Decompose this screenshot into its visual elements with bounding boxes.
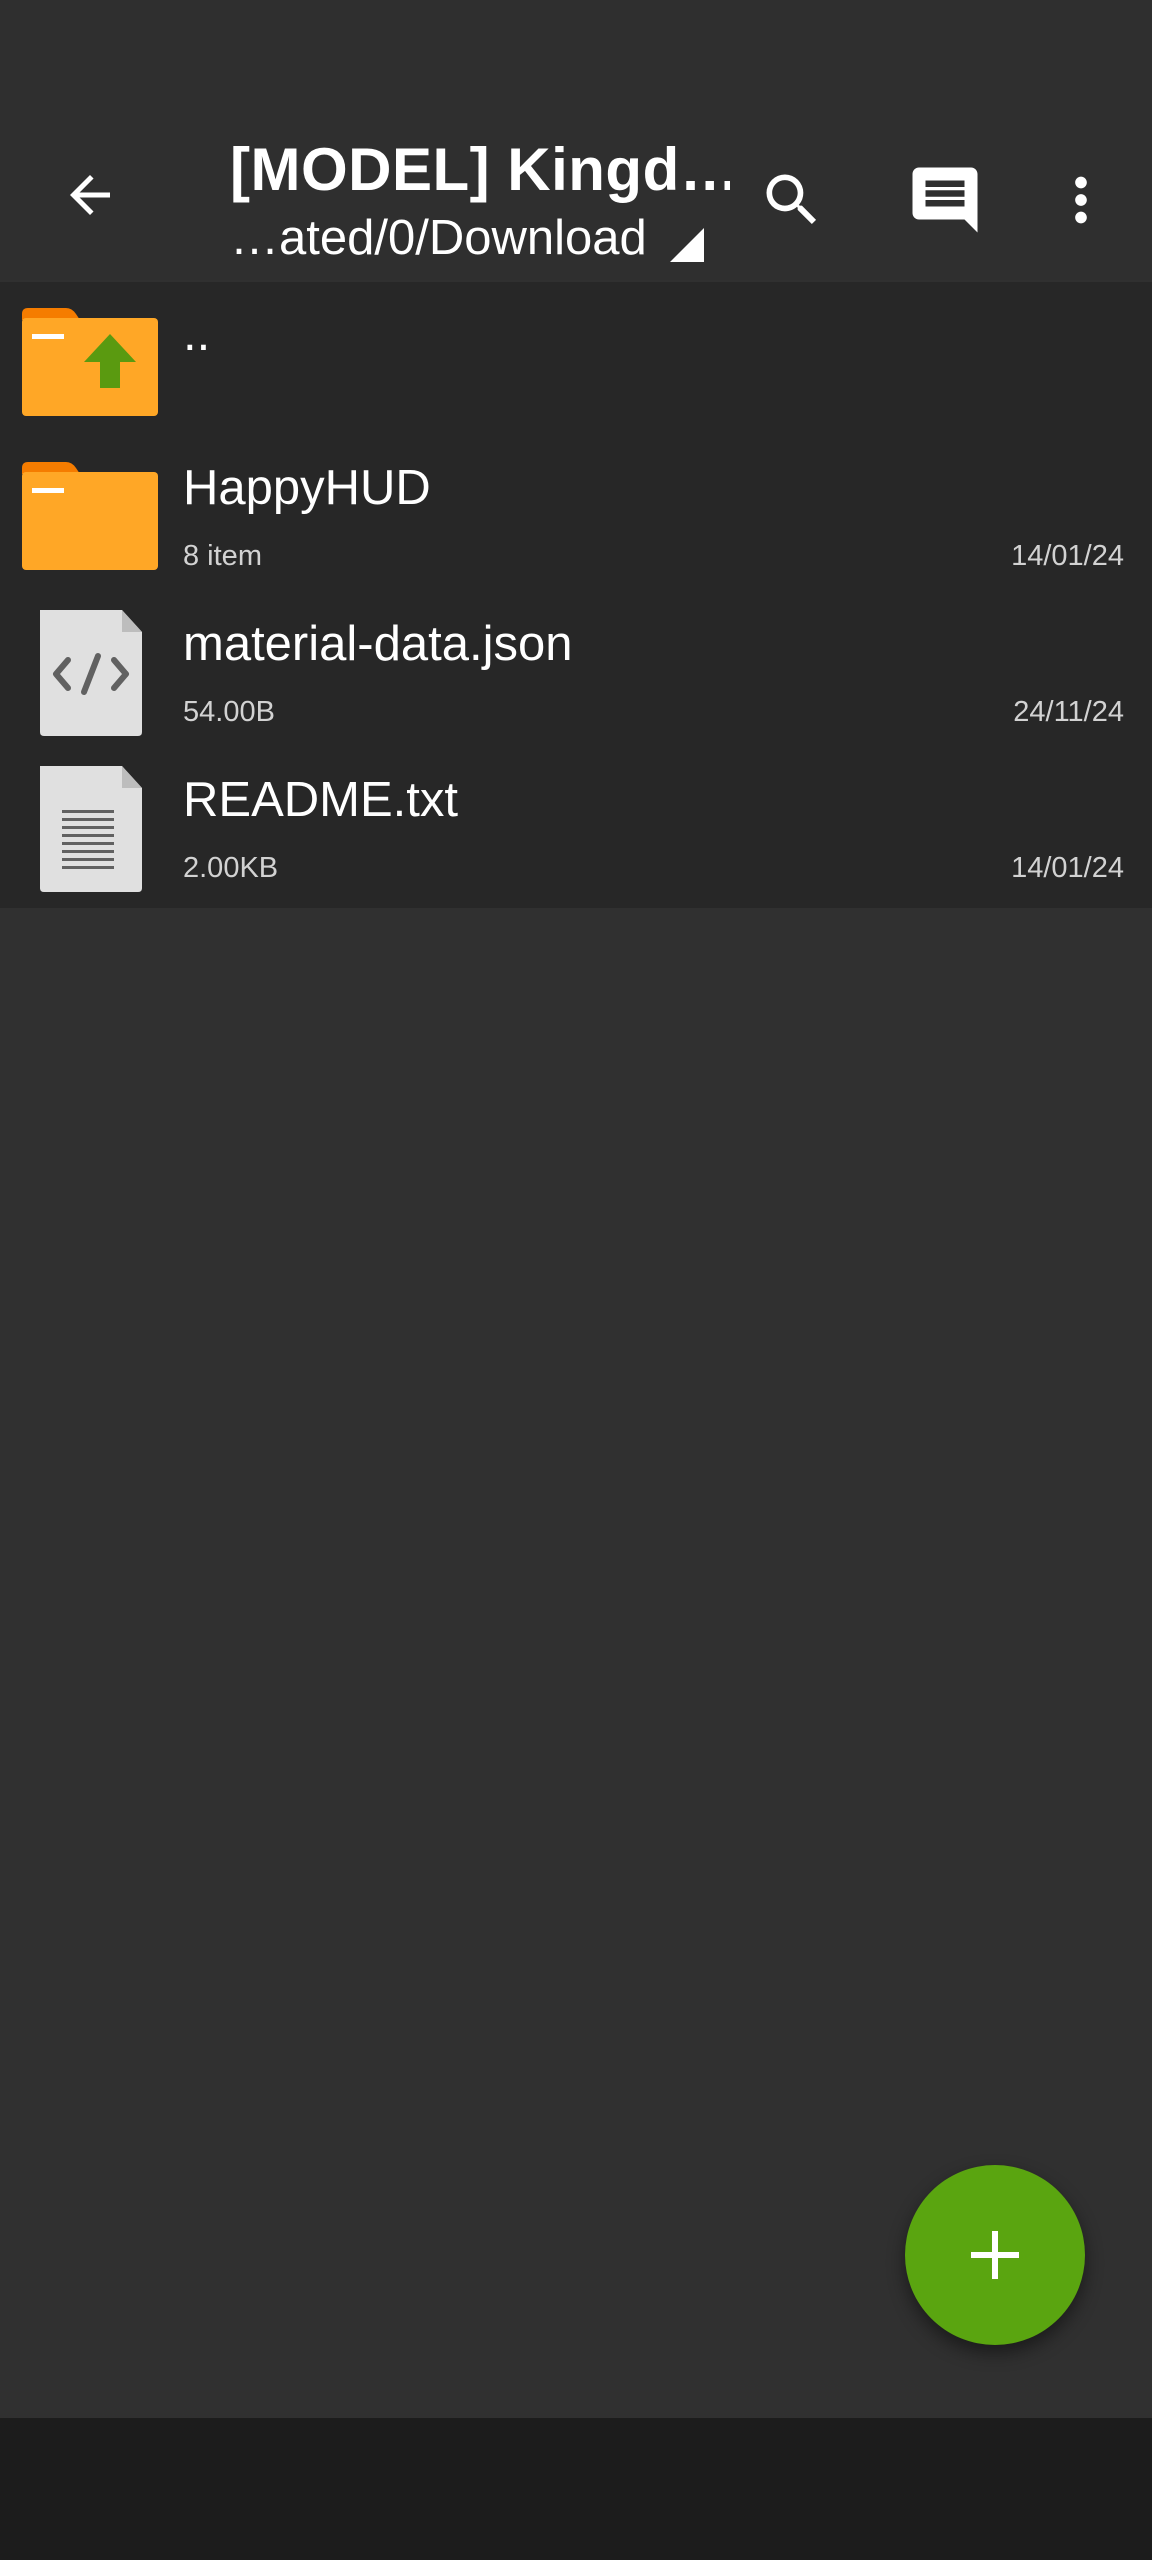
text-file-icon	[18, 764, 162, 892]
message-icon	[912, 167, 978, 233]
folder-icon	[18, 452, 162, 580]
search-icon	[766, 174, 817, 225]
status-bar	[0, 0, 1152, 130]
back-button[interactable]	[50, 155, 130, 235]
list-item-parent[interactable]: ..	[0, 282, 1152, 438]
file-name: README.txt	[183, 773, 458, 827]
folder-up-icon	[18, 298, 162, 426]
file-name: ..	[183, 307, 211, 361]
list-item-happyhud[interactable]: HappyHUD 8 item 14/01/24	[0, 436, 1152, 592]
list-item-readme[interactable]: README.txt 2.00KB 14/01/24	[0, 748, 1152, 904]
list-item-material-data[interactable]: material-data.json 54.00B 24/11/24	[0, 592, 1152, 748]
modified-date: 14/01/24	[1011, 540, 1124, 572]
arrow-back-icon	[70, 175, 110, 215]
file-name: HappyHUD	[183, 461, 431, 515]
file-size: 54.00B	[183, 696, 275, 728]
file-size: 2.00KB	[183, 852, 279, 884]
item-count: 8 item	[183, 540, 262, 572]
add-button[interactable]	[905, 2165, 1085, 2345]
current-path: …ated/0/Download	[230, 211, 647, 265]
modified-date: 14/01/24	[1011, 852, 1124, 884]
plus-icon	[971, 2231, 1019, 2279]
path-dropdown-icon	[670, 228, 704, 262]
file-name: material-data.json	[183, 617, 573, 671]
more-vert-icon	[1075, 176, 1087, 224]
file-list: .. HappyHUD 8 item 14/01/24 material-dat…	[0, 282, 1152, 908]
app-bar: [MODEL] Kingd… …ated/0/Download	[0, 130, 1152, 280]
app-title: [MODEL] Kingd…	[230, 136, 730, 203]
messages-button[interactable]	[900, 155, 990, 245]
code-file-icon	[18, 608, 162, 736]
modified-date: 24/11/24	[1013, 696, 1124, 728]
more-options-button[interactable]	[1036, 155, 1126, 245]
navigation-bar	[0, 2418, 1152, 2560]
search-button[interactable]	[747, 155, 837, 245]
